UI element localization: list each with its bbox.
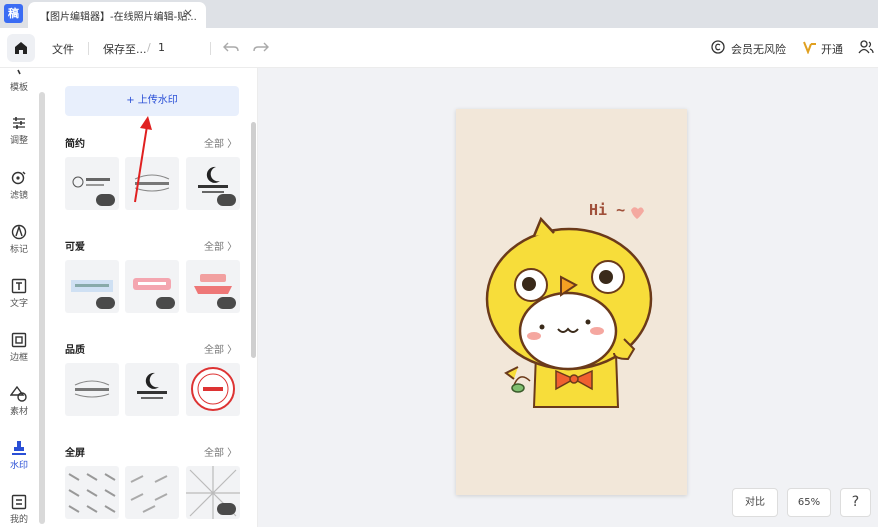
editor-toolbar: 文件 保存至... / 1 会员无风险 开通 xyxy=(0,28,878,68)
member-no-risk-link[interactable]: 会员无风险 xyxy=(731,41,786,57)
file-menu[interactable]: 文件 xyxy=(52,41,74,57)
annotation-arrow-icon xyxy=(134,116,152,203)
watermark-panel: + 上传水印 简约 全部 〉 可爱 全部 〉 品质 全部 〉 全屏 全部 〉 xyxy=(47,68,258,527)
divider xyxy=(210,42,211,55)
rail-label: 标记 xyxy=(9,245,28,255)
rail-item-filter[interactable]: 滤镜 xyxy=(0,170,38,201)
my-icon xyxy=(11,494,27,510)
rail-label: 模板 xyxy=(9,83,28,93)
home-icon xyxy=(15,42,27,54)
section-view-all-link[interactable]: 全部 〉 xyxy=(204,238,237,253)
template-icon xyxy=(17,69,21,75)
section-title: 可爱 xyxy=(65,242,85,253)
compare-button[interactable]: 对比 xyxy=(732,488,778,517)
divider xyxy=(88,42,89,55)
activate-vip-button[interactable]: 开通 xyxy=(821,41,843,57)
canvas-area: Hi ~ 对比 65% ? xyxy=(258,68,878,527)
rail-item-watermark[interactable]: 水印 xyxy=(0,440,38,471)
rail-item-frame[interactable]: 边框 xyxy=(0,332,38,363)
app-logo-icon: 稿 xyxy=(4,4,23,23)
section-title: 简约 xyxy=(65,139,85,150)
watermark-preview-icon xyxy=(74,380,110,398)
watermark-preview-icon xyxy=(191,367,235,411)
rail-label: 水印 xyxy=(9,461,28,471)
watermark-thumbnail[interactable] xyxy=(125,260,179,313)
chick-character-illustration xyxy=(485,207,653,408)
section-title: 全屏 xyxy=(65,448,85,459)
watermark-preview-icon xyxy=(130,475,168,513)
page-separator: / xyxy=(147,41,151,54)
rail-item-mark[interactable]: 标记 xyxy=(0,224,38,255)
watermark-icon xyxy=(12,441,26,455)
browser-tab[interactable]: 【图片编辑器】-在线照片编辑-贴... × xyxy=(28,2,206,28)
shapes-icon xyxy=(10,386,27,402)
watermark-thumbnail[interactable] xyxy=(125,466,179,519)
vip-crown-icon xyxy=(156,297,175,309)
watermark-thumbnail[interactable] xyxy=(65,260,119,313)
image-canvas[interactable]: Hi ~ xyxy=(456,109,687,495)
watermark-thumbnail[interactable] xyxy=(65,363,119,416)
rail-item-adjust[interactable]: 调整 xyxy=(0,115,38,146)
rail-label: 素材 xyxy=(9,407,28,417)
section-view-all-link[interactable]: 全部 〉 xyxy=(204,341,237,356)
tab-title: 【图片编辑器】-在线照片编辑-贴... xyxy=(40,12,197,23)
watermark-thumbnail[interactable] xyxy=(186,157,240,210)
vip-crown-icon xyxy=(217,194,236,206)
page-number: 1 xyxy=(158,41,165,54)
watermark-preview-icon xyxy=(68,473,116,513)
rail-item-template[interactable]: 模板 xyxy=(0,68,38,93)
text-icon xyxy=(11,278,27,294)
rail-item-mine[interactable]: 我的 xyxy=(0,494,38,525)
tool-rail: 模板 调整 滤镜 标记 文字 边框 素材 水印 我的 xyxy=(0,68,38,527)
section-view-all-link[interactable]: 全部 〉 xyxy=(204,444,237,459)
vip-crown-icon xyxy=(217,297,236,309)
rail-item-text[interactable]: 文字 xyxy=(0,278,38,309)
vip-crown-icon xyxy=(217,503,236,515)
section-title: 品质 xyxy=(65,345,85,356)
undo-icon[interactable] xyxy=(223,38,239,56)
vip-icon xyxy=(803,41,816,54)
rail-label: 我的 xyxy=(9,515,28,525)
watermark-thumbnail[interactable] xyxy=(186,260,240,313)
frame-icon xyxy=(11,332,27,348)
rail-scrollbar[interactable] xyxy=(39,92,45,524)
browser-tab-bar: 稿 【图片编辑器】-在线照片编辑-贴... × xyxy=(0,0,878,28)
vip-crown-icon xyxy=(96,297,115,309)
watermark-thumbnail[interactable] xyxy=(125,363,179,416)
rail-label: 边框 xyxy=(9,353,28,363)
section-view-all-link[interactable]: 全部 〉 xyxy=(204,135,237,150)
rail-label: 滤镜 xyxy=(9,191,28,201)
sliders-icon xyxy=(13,117,25,129)
upload-watermark-button[interactable]: + 上传水印 xyxy=(65,86,239,116)
watermark-thumbnail[interactable] xyxy=(65,466,119,519)
zoom-level-button[interactable]: 65% xyxy=(787,488,831,517)
watermark-thumbnail[interactable] xyxy=(65,157,119,210)
copyright-icon xyxy=(711,40,725,54)
help-button[interactable]: ? xyxy=(840,488,871,517)
panel-scrollbar[interactable] xyxy=(251,122,256,358)
watermark-preview-icon xyxy=(137,372,167,399)
save-to-menu[interactable]: 保存至... xyxy=(103,41,147,57)
pen-icon xyxy=(11,224,27,240)
rail-label: 文字 xyxy=(9,299,28,309)
filter-icon xyxy=(11,171,26,185)
vip-crown-icon xyxy=(96,194,115,206)
watermark-thumbnail[interactable] xyxy=(186,466,240,519)
tab-close-icon[interactable]: × xyxy=(183,6,193,20)
rail-item-material[interactable]: 素材 xyxy=(0,386,38,417)
home-button[interactable] xyxy=(7,34,35,62)
image-caption: Hi ~ xyxy=(589,201,626,219)
user-icon[interactable] xyxy=(858,40,874,54)
redo-icon[interactable] xyxy=(253,38,269,56)
rail-label: 调整 xyxy=(9,136,28,146)
watermark-thumbnail[interactable] xyxy=(186,363,240,416)
